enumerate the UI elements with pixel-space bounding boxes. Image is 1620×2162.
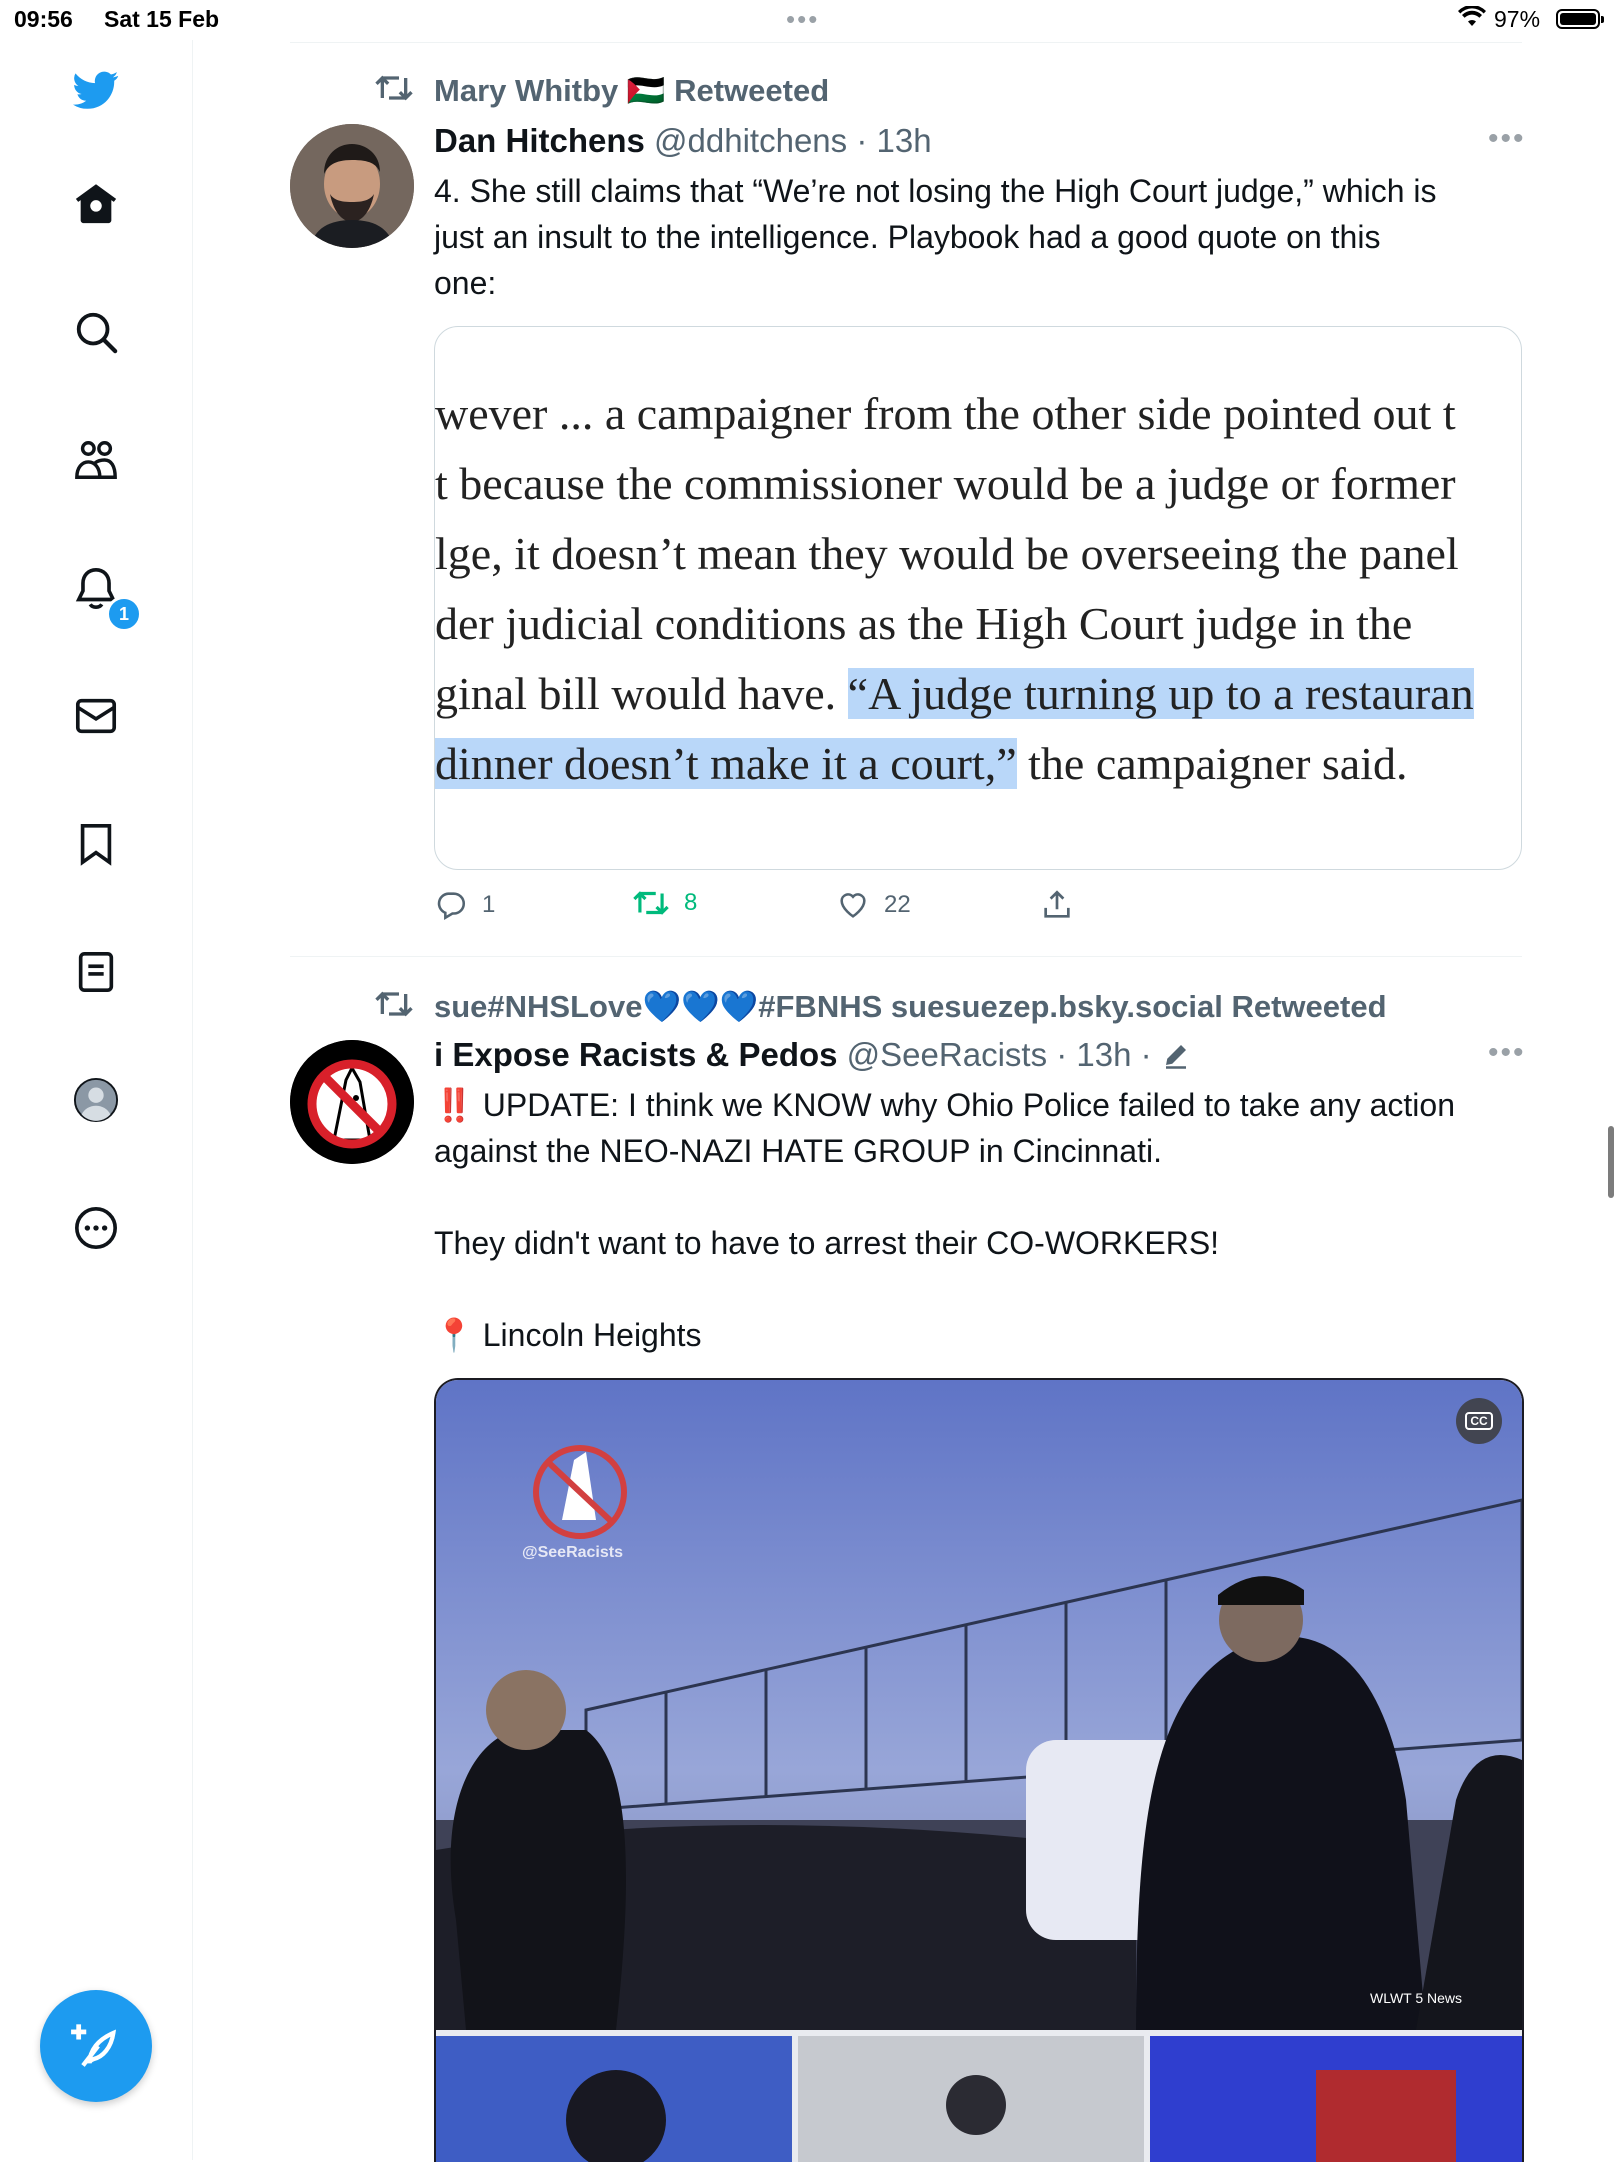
tweet-actions: 1 8 22 (434, 888, 1524, 928)
quote-line: the campaigner said. (1016, 738, 1408, 789)
tweet-text-line: ‼️ UPDATE: I think we KNOW why Ohio Poli… (434, 1087, 1455, 1123)
status-date: Sat 15 Feb (104, 6, 220, 32)
status-time: 09:56 (14, 6, 73, 32)
tweet-text-line: against the NEO-NAZI HATE GROUP in Cinci… (434, 1133, 1162, 1169)
more-options-icon[interactable]: ••• (1488, 122, 1526, 156)
bookmarks-icon[interactable] (66, 814, 126, 874)
video-source-label: WLWT 5 News (1370, 1990, 1463, 2006)
share-icon (1044, 890, 1070, 918)
reply-count: 1 (482, 891, 496, 918)
edited-pencil-icon[interactable] (1161, 1040, 1191, 1070)
avatar[interactable] (290, 1040, 414, 1164)
quote-highlight: dinner doesn’t make it a court,” (435, 738, 1017, 789)
scrollbar[interactable] (1608, 1126, 1614, 1198)
tweet-text-line: 4. She still claims that “We’re not losi… (434, 173, 1437, 209)
quote-line: wever ... a campaigner from the other si… (435, 388, 1456, 439)
retweet-icon (374, 988, 414, 1025)
tweet-text-line: one: (434, 265, 497, 301)
profile-icon[interactable] (66, 1070, 126, 1130)
captions-icon: CC (1465, 1412, 1493, 1430)
tweet-text: 4. She still claims that “We’re not losi… (434, 168, 1524, 306)
home-icon[interactable] (66, 174, 126, 234)
tweet-divider (290, 956, 1522, 957)
retweet-icon (374, 72, 414, 109)
tweet-text: ‼️ UPDATE: I think we KNOW why Ohio Poli… (434, 1082, 1524, 1358)
video-frame (436, 1380, 1522, 2162)
notifications-badge: 1 (106, 596, 142, 632)
tweet-image[interactable]: wever ... a campaigner from the other si… (434, 326, 1522, 870)
retweet-button[interactable]: 8 (632, 888, 697, 918)
battery-icon (1556, 9, 1604, 29)
author-name[interactable]: Dan Hitchens (434, 122, 645, 159)
author-handle-time[interactable]: @ddhitchens · 13h (654, 122, 932, 159)
share-button[interactable] (1040, 888, 1074, 922)
compose-tweet-button[interactable] (40, 1990, 152, 2102)
captions-button[interactable]: CC (1456, 1398, 1502, 1444)
quote-excerpt: wever ... a campaigner from the other si… (435, 387, 1521, 827)
search-icon[interactable] (66, 302, 126, 362)
retweet-count: 8 (684, 889, 698, 916)
reply-icon (437, 892, 466, 921)
more-icon[interactable] (66, 1198, 126, 1258)
tweet-author-line: i Expose Racists & Pedos @SeeRacists · 1… (434, 1036, 1191, 1074)
video-watermark: @SeeRacists (522, 1544, 623, 1561)
tweet-video[interactable]: @SeeRacists WLWT 5 News CC (434, 1378, 1524, 2162)
avatar[interactable] (290, 124, 414, 248)
quote-line: t because the commissioner would be a ju… (435, 458, 1456, 509)
retweet-icon (633, 891, 669, 915)
quote-highlight: “A judge turning up to a restauran (847, 668, 1474, 719)
author-handle-time[interactable]: @SeeRacists · 13h · (847, 1036, 1152, 1073)
communities-icon[interactable] (66, 430, 126, 490)
multitasking-dots-icon[interactable]: ••• (786, 4, 819, 35)
messages-icon[interactable] (66, 686, 126, 746)
tweet-text-line: They didn't want to have to arrest their… (434, 1225, 1220, 1261)
heart-icon (840, 893, 866, 918)
retweeted-by-label[interactable]: sue#NHSLove💙💙💙#FBNHS suesuezep.bsky.soci… (434, 988, 1387, 1025)
reply-button[interactable]: 1 (434, 888, 495, 922)
lists-icon[interactable] (66, 942, 126, 1002)
tweet-author-line: Dan Hitchens @ddhitchens · 13h (434, 122, 932, 160)
sidebar: 1 (0, 40, 193, 2160)
retweeted-by-label[interactable]: Mary Whitby 🇵🇸 Retweeted (434, 72, 829, 109)
like-button[interactable]: 22 (836, 888, 911, 922)
quote-line: lge, it doesn’t mean they would be overs… (435, 528, 1459, 579)
twitter-logo-icon[interactable] (66, 60, 126, 120)
like-count: 22 (884, 891, 911, 918)
battery-percent: 97% (1494, 6, 1541, 32)
quote-line: der judicial conditions as the High Cour… (435, 598, 1413, 649)
quote-line: ginal bill would have. (435, 668, 848, 719)
top-divider (290, 42, 1522, 43)
tweet-location: 📍 Lincoln Heights (434, 1317, 702, 1353)
status-bar: 09:56 Sat 15 Feb ••• 97% (0, 0, 1620, 40)
tweet-text-line: just an insult to the intelligence. Play… (434, 219, 1381, 255)
wifi-icon (1458, 5, 1486, 34)
author-name[interactable]: i Expose Racists & Pedos (434, 1036, 838, 1073)
compose-tweet-icon (71, 2024, 117, 2067)
more-options-icon[interactable]: ••• (1488, 1036, 1526, 1070)
